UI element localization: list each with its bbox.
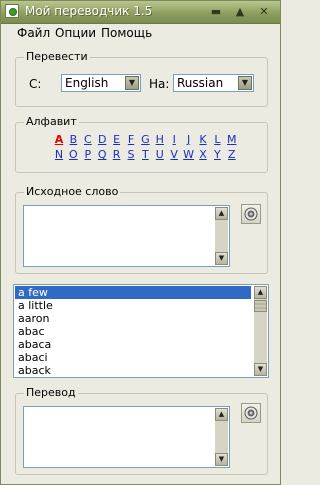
letter-link-f[interactable]: F (125, 133, 137, 146)
letter-link-t[interactable]: T (139, 148, 151, 161)
list-item[interactable]: aback (15, 364, 251, 377)
source-scrollbar[interactable]: ▲ ▼ (215, 207, 228, 265)
alphabet-group: Алфавит ABCDEFGHIJKLM NOPQRSTUVWXYZ (15, 115, 268, 173)
letter-link-i[interactable]: I (168, 133, 180, 146)
word-list-scrollbar[interactable]: ▲ ▼ (254, 286, 267, 376)
translate-group: Перевести С: English ▼ На: Russian ▼ (15, 50, 268, 107)
scroll-up-icon[interactable]: ▲ (254, 286, 267, 299)
scroll-thumb[interactable] (254, 300, 267, 312)
letter-link-o[interactable]: O (67, 148, 79, 161)
speak-translation-button[interactable] (241, 403, 261, 423)
letter-link-e[interactable]: E (111, 133, 123, 146)
app-window: Мой переводчик 1.5 ▬ ▲ ✕ Файл Опции Помо… (0, 0, 281, 485)
list-item[interactable]: abaci (15, 351, 251, 364)
scroll-down-icon[interactable]: ▼ (254, 363, 267, 376)
menu-help[interactable]: Помощь (101, 26, 152, 40)
scroll-up-icon[interactable]: ▲ (215, 408, 228, 421)
list-item[interactable]: abaca (15, 338, 251, 351)
speaker-icon (244, 207, 258, 221)
word-list[interactable]: a few a little aaron abac abaca abaci aback ▲ … (13, 284, 269, 378)
letter-link-v[interactable]: V (168, 148, 180, 161)
list-item[interactable]: abac (15, 325, 251, 338)
from-language-select[interactable]: English ▼ (61, 74, 141, 92)
letter-link-n[interactable]: N (53, 148, 65, 161)
list-item[interactable]: a little (15, 299, 251, 312)
translation-scrollbar[interactable]: ▲ ▼ (215, 408, 228, 466)
letter-link-x[interactable]: X (197, 148, 209, 161)
letter-link-g[interactable]: G (139, 133, 151, 146)
source-group: Исходное слово ▲ ▼ (15, 185, 268, 274)
letter-link-q[interactable]: Q (96, 148, 108, 161)
minimize-button[interactable]: ▬ (207, 3, 225, 20)
letter-link-s[interactable]: S (125, 148, 137, 161)
source-group-title: Исходное слово (24, 185, 121, 198)
letter-link-y[interactable]: Y (211, 148, 223, 161)
to-language-select[interactable]: Russian ▼ (173, 74, 254, 92)
list-item[interactable]: a few (15, 286, 251, 299)
translate-group-title: Перевести (24, 50, 90, 63)
menu-options[interactable]: Опции (55, 26, 96, 40)
letter-link-z[interactable]: Z (226, 148, 238, 161)
letter-link-h[interactable]: H (154, 133, 166, 146)
letter-link-u[interactable]: U (154, 148, 166, 161)
scroll-down-icon[interactable]: ▼ (215, 252, 228, 265)
to-language-value: Russian (177, 76, 224, 90)
speaker-icon (244, 406, 258, 420)
letter-link-m[interactable]: M (226, 133, 238, 146)
translation-group: Перевод ▲ ▼ (15, 386, 268, 475)
menu-file[interactable]: Файл (17, 26, 50, 40)
translation-group-title: Перевод (24, 386, 78, 399)
to-label: На: (149, 77, 170, 91)
menu-bar: Файл Опции Помощь (1, 24, 280, 42)
alphabet-group-title: Алфавит (24, 115, 79, 128)
letter-link-j[interactable]: J (183, 133, 195, 146)
letter-link-k[interactable]: K (197, 133, 209, 146)
letter-link-a[interactable]: A (53, 133, 65, 146)
letter-link-l[interactable]: L (211, 133, 223, 146)
app-icon[interactable] (5, 4, 19, 18)
translation-output[interactable]: ▲ ▼ (23, 406, 230, 468)
scroll-down-icon[interactable]: ▼ (215, 453, 228, 466)
letter-link-b[interactable]: B (67, 133, 79, 146)
close-button[interactable]: ✕ (255, 3, 273, 20)
letter-link-w[interactable]: W (183, 148, 195, 161)
from-language-value: English (65, 76, 109, 90)
title-bar[interactable]: Мой переводчик 1.5 ▬ ▲ ✕ (1, 1, 280, 24)
source-word-input[interactable]: ▲ ▼ (23, 205, 230, 267)
maximize-button[interactable]: ▲ (231, 3, 249, 20)
letter-link-r[interactable]: R (111, 148, 123, 161)
from-label: С: (29, 77, 42, 91)
speak-source-button[interactable] (241, 204, 261, 224)
chevron-down-icon[interactable]: ▼ (125, 76, 139, 90)
scroll-up-icon[interactable]: ▲ (215, 207, 228, 220)
chevron-down-icon[interactable]: ▼ (238, 76, 252, 90)
window-title: Мой переводчик 1.5 (25, 4, 153, 18)
letter-link-p[interactable]: P (82, 148, 94, 161)
letter-link-d[interactable]: D (96, 133, 108, 146)
letter-link-c[interactable]: C (82, 133, 94, 146)
list-item[interactable]: aaron (15, 312, 251, 325)
